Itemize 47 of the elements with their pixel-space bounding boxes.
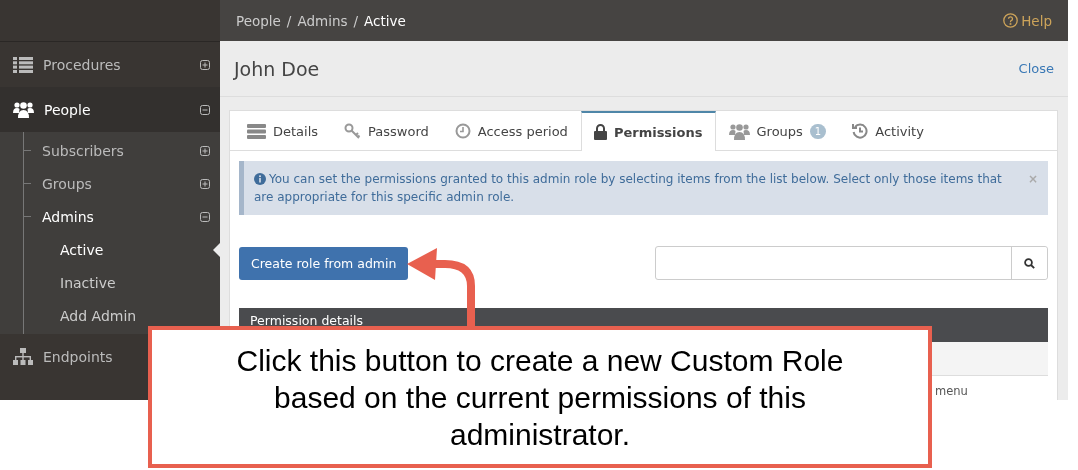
collapse-icon[interactable] (200, 104, 210, 115)
expand-icon[interactable] (200, 178, 210, 189)
search-field[interactable] (655, 246, 1048, 280)
help-link[interactable]: Help (1003, 12, 1052, 29)
lock-icon (593, 124, 607, 140)
sidebar-item[interactable]: Inactive (60, 274, 116, 291)
sidebar-item[interactable]: Add Admin (60, 307, 137, 324)
info-message: You can set the permissions granted to this admin role by selecting items from the list below. Select only those items that are appropriate for this specific admin role. (254, 171, 1003, 206)
tab[interactable]: Password (331, 111, 442, 150)
breadcrumb-separator: / (286, 12, 292, 29)
close-link[interactable]: Close (1018, 61, 1054, 76)
table-cell: menu (935, 384, 968, 398)
help-icon (1003, 13, 1019, 28)
tab[interactable]: Details (234, 111, 332, 150)
people-icon (13, 101, 34, 118)
collapse-icon[interactable] (200, 211, 210, 222)
clock-icon (454, 123, 471, 139)
search-button[interactable] (1011, 247, 1047, 279)
count-badge: 1 (809, 123, 827, 139)
page-title: John Doe (234, 57, 321, 80)
tab[interactable]: Permissions (580, 111, 716, 151)
breadcrumb-separator: / (353, 12, 359, 29)
sidebar-item[interactable]: Endpoints (43, 348, 113, 365)
breadcrumb-link[interactable]: People (236, 12, 281, 29)
tab[interactable]: Access period (441, 111, 581, 150)
breadcrumb-link[interactable]: Admins (297, 12, 348, 29)
sidebar-item[interactable]: People (44, 101, 91, 118)
sidebar-item[interactable]: Groups (42, 175, 92, 192)
sidebar-item[interactable]: Procedures (43, 56, 121, 73)
expand-icon[interactable] (200, 59, 210, 70)
expand-icon[interactable] (200, 145, 210, 156)
list-icon (13, 56, 33, 73)
sidebar-item[interactable]: Admins (42, 208, 94, 225)
column-heading: Permission details (250, 314, 364, 328)
people-icon (728, 122, 750, 140)
info-icon (254, 173, 266, 185)
sidebar-item[interactable]: Subscribers (42, 142, 124, 159)
tab[interactable]: Groups 1 (715, 111, 840, 150)
callout-text: Click this button to create a new Custom Role based on the current permissions of this administrator. (235, 342, 845, 453)
key-icon (344, 122, 362, 140)
create-role-button[interactable]: Create role from admin (239, 246, 409, 280)
history-icon (852, 123, 869, 139)
server-icon (247, 123, 266, 139)
sidebar-item[interactable]: Active (60, 241, 104, 258)
tab[interactable]: Activity (839, 111, 937, 150)
sitemap-icon (13, 348, 33, 365)
search-icon (1024, 257, 1035, 269)
